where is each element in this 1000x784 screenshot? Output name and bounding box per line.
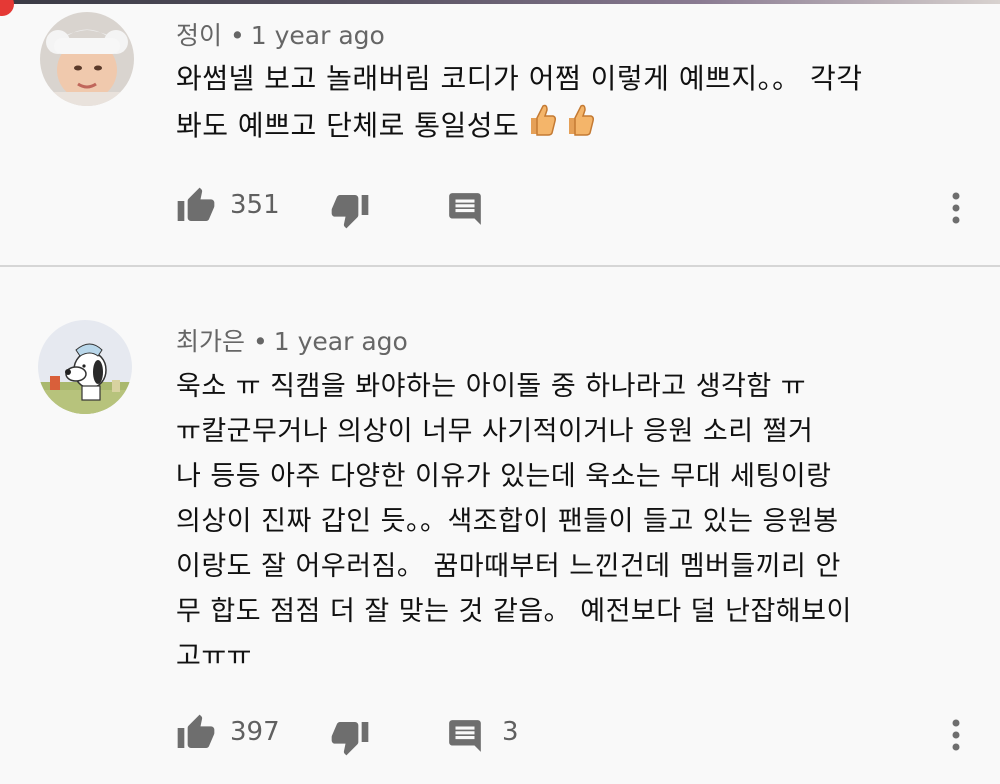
comment: 최가은 • 1 year ago 욱소 ㅠ 직캠을 봐야하는 아이돌 중 하나라고 … — [0, 268, 1000, 784]
comment-meta: 최가은 • 1 year ago — [176, 322, 408, 358]
comment-line: 와썸넬 보고 놀래버림 코디가 어쩜 이렇게 예쁘지。。 각각 — [176, 62, 863, 95]
comment-line: 이랑도 잘 어우러짐。 꿈마때부터 느낀건데 멤버들끼리 안 — [176, 551, 841, 582]
more-options-icon[interactable] — [942, 715, 970, 759]
separator-dot: • — [230, 21, 245, 50]
like-icon[interactable] — [176, 186, 216, 230]
comment-line: 고ㅠㅠ — [176, 641, 253, 672]
comment-line: 욱소 ㅠ 직캠을 봐야하는 아이돌 중 하나라고 생각함 ㅠ — [176, 371, 807, 402]
dislike-icon[interactable] — [330, 190, 370, 234]
comment-meta: 정이 • 1 year ago — [176, 16, 385, 52]
like-count: 397 — [230, 717, 280, 747]
comment-time: 1 year ago — [273, 327, 408, 356]
comment-line-text: 봐도 예쁘고 단체로 통일성도 — [176, 109, 520, 142]
comment-line: ㅠ칼군무거나 의상이 너무 사기적이거나 응원 소리 쩔거 — [176, 416, 814, 447]
comment-actions: 351 — [176, 186, 976, 229]
separator-dot: • — [253, 327, 268, 356]
reply-icon[interactable] — [446, 190, 484, 232]
more-options-icon[interactable] — [942, 188, 970, 232]
comment-divider — [0, 265, 1000, 267]
dislike-icon[interactable] — [330, 717, 370, 761]
author-name[interactable]: 최가은 — [176, 327, 245, 356]
like-count: 351 — [230, 190, 280, 220]
like-icon[interactable] — [176, 713, 216, 757]
comment-line: 나 등등 아주 다양한 이유가 있는데 욱소는 무대 세팅이랑 — [176, 461, 832, 492]
comment-line: 무 합도 점점 더 잘 맞는 것 같음。 예전보다 덜 난잡해보이 — [176, 596, 852, 627]
comment-actions: 397 3 — [176, 713, 976, 756]
comment-text: 와썸넬 보고 놀래버림 코디가 어쩜 이렇게 예쁘지。。 각각 봐도 예쁘고 단… — [176, 56, 956, 152]
comment-line: 의상이 진짜 갑인 듯。。색조합이 팬들이 들고 있는 응원봉 — [176, 506, 839, 537]
reply-icon[interactable] — [446, 717, 484, 759]
author-name[interactable]: 정이 — [176, 21, 222, 50]
comment-line: 봐도 예쁘고 단체로 통일성도 — [176, 102, 956, 152]
avatar[interactable] — [40, 12, 134, 106]
reply-count[interactable]: 3 — [502, 717, 519, 747]
comment-text: 욱소 ㅠ 직캠을 봐야하는 아이돌 중 하나라고 생각함 ㅠ ㅠ칼군무거나 의상… — [176, 364, 956, 679]
thumbs-up-icon — [525, 102, 557, 152]
comment-time: 1 year ago — [250, 21, 385, 50]
thumbs-up-icon — [563, 102, 595, 152]
comment: 정이 • 1 year ago 와썸넬 보고 놀래버림 코디가 어쩜 이렇게 예쁘지… — [0, 0, 1000, 262]
avatar[interactable] — [38, 320, 132, 414]
